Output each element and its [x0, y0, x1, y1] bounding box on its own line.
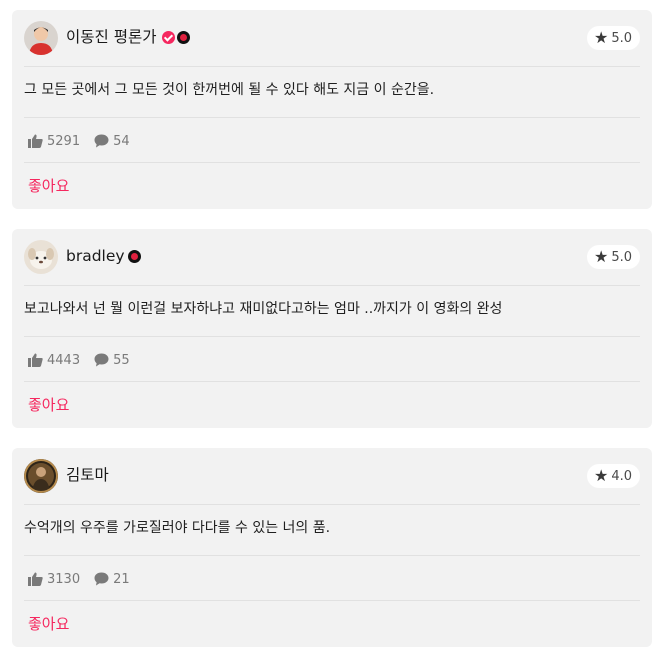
- like-count: 5291: [28, 134, 80, 149]
- divider: [24, 555, 640, 556]
- avatar-photo-icon: [24, 459, 58, 493]
- rating-badge: ★ 5.0: [586, 245, 640, 269]
- divider: [24, 285, 640, 286]
- author-name[interactable]: 김토마: [66, 465, 109, 485]
- review-text[interactable]: 수억개의 우주를 가로질러야 다다를 수 있는 너의 품.: [24, 518, 634, 538]
- author-name[interactable]: bradley: [66, 246, 125, 266]
- star-icon: ★: [593, 466, 609, 485]
- rating-score: 5.0: [611, 30, 632, 46]
- comment-count: 54: [94, 134, 130, 149]
- thumbs-up-icon: [28, 134, 43, 148]
- star-icon: ★: [593, 247, 609, 266]
- divider: [24, 600, 640, 601]
- comment-count: 55: [94, 353, 130, 368]
- divider: [24, 162, 640, 163]
- avatar[interactable]: [24, 240, 58, 274]
- avatar-puppy-icon: [24, 240, 58, 274]
- star-icon: ★: [593, 28, 609, 47]
- rating-score: 4.0: [611, 468, 632, 484]
- review-card: 이동진 평론가 ★ 5.0 그 모든 곳에서 그 모든 것이 한꺼번에 될 수 …: [12, 10, 652, 209]
- like-count-value: 4443: [47, 352, 81, 368]
- review-card: bradley ★ 5.0 보고나와서 넌 뭘 이런걸 보자하냐고 재미없다고하…: [12, 229, 652, 428]
- comment-bubble-icon: [94, 572, 109, 586]
- like-count: 4443: [28, 353, 80, 368]
- rating-score: 5.0: [611, 249, 632, 265]
- review-card: 김토마 ★ 4.0 수억개의 우주를 가로질러야 다다를 수 있는 너의 품. …: [12, 448, 652, 647]
- comment-count-value: 21: [113, 571, 130, 587]
- review-stats: 3130 21: [28, 569, 144, 589]
- critic-badge-icon: [127, 249, 141, 263]
- rating-badge: ★ 4.0: [586, 464, 640, 488]
- avatar[interactable]: [24, 459, 58, 493]
- comment-bubble-icon: [94, 353, 109, 367]
- review-author[interactable]: 김토마: [66, 465, 109, 485]
- like-button[interactable]: 좋아요: [28, 395, 69, 415]
- divider: [24, 381, 640, 382]
- review-author[interactable]: 이동진 평론가: [66, 27, 190, 47]
- thumbs-up-icon: [28, 353, 43, 367]
- author-name[interactable]: 이동진 평론가: [66, 27, 157, 47]
- like-count-value: 3130: [47, 571, 81, 587]
- comment-count: 21: [94, 572, 130, 587]
- review-header: 김토마 ★ 4.0: [12, 448, 652, 504]
- verified-badge-icon: [161, 30, 175, 44]
- review-author[interactable]: bradley: [66, 246, 141, 266]
- critic-badge-icon: [176, 30, 190, 44]
- comment-count-value: 54: [113, 133, 130, 149]
- review-stats: 5291 54: [28, 131, 144, 151]
- review-text[interactable]: 그 모든 곳에서 그 모든 것이 한꺼번에 될 수 있다 해도 지금 이 순간을…: [24, 80, 634, 100]
- divider: [24, 336, 640, 337]
- comment-count-value: 55: [113, 352, 130, 368]
- review-text[interactable]: 보고나와서 넌 뭘 이런걸 보자하냐고 재미없다고하는 엄마 ..까지가 이 영…: [24, 299, 634, 319]
- like-count-value: 5291: [47, 133, 81, 149]
- review-stats: 4443 55: [28, 350, 144, 370]
- thumbs-up-icon: [28, 572, 43, 586]
- review-header: 이동진 평론가 ★ 5.0: [12, 10, 652, 66]
- avatar[interactable]: [24, 21, 58, 55]
- divider: [24, 117, 640, 118]
- review-header: bradley ★ 5.0: [12, 229, 652, 285]
- like-button[interactable]: 좋아요: [28, 176, 69, 196]
- like-button[interactable]: 좋아요: [28, 614, 69, 634]
- divider: [24, 66, 640, 67]
- comment-bubble-icon: [94, 134, 109, 148]
- avatar-person-icon: [24, 21, 58, 55]
- review-list: 이동진 평론가 ★ 5.0 그 모든 곳에서 그 모든 것이 한꺼번에 될 수 …: [0, 0, 664, 655]
- like-count: 3130: [28, 572, 80, 587]
- rating-badge: ★ 5.0: [586, 26, 640, 50]
- divider: [24, 504, 640, 505]
